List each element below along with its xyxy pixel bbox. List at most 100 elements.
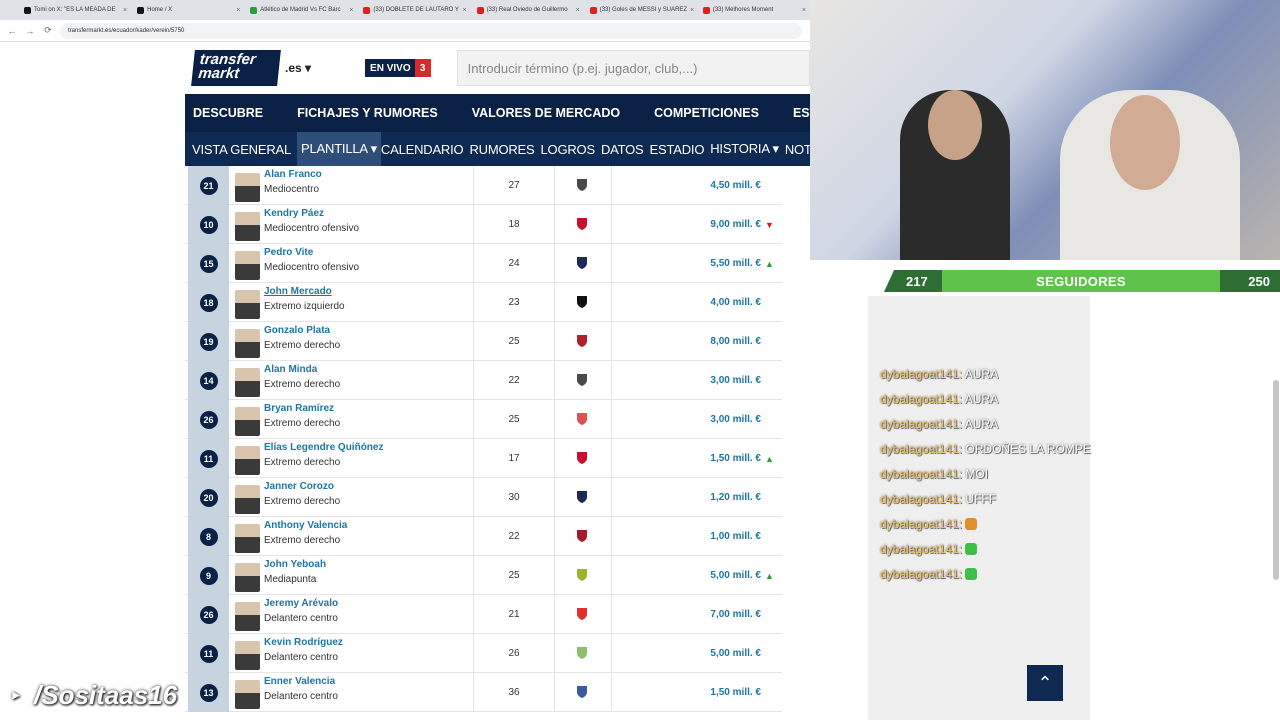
- club-crest-icon[interactable]: [575, 490, 589, 504]
- browser-tab[interactable]: Atlético de Madrid Vs FC Barc ×: [246, 2, 357, 18]
- player-name-link[interactable]: Jeremy Arévalo: [264, 598, 338, 609]
- player-name-link[interactable]: John Yeboah: [264, 559, 326, 570]
- forward-icon[interactable]: →: [24, 26, 36, 36]
- main-nav-item[interactable]: VALORES DE MERCADO: [472, 106, 620, 120]
- sub-nav-item[interactable]: PLANTILLA ▾: [297, 132, 381, 166]
- club-crest-icon[interactable]: [575, 607, 589, 621]
- close-icon[interactable]: ×: [462, 7, 466, 14]
- live-button[interactable]: EN VIVO 3: [365, 59, 431, 77]
- sub-nav-item[interactable]: HISTORIA ▾: [710, 132, 785, 166]
- club-crest-icon[interactable]: [575, 256, 589, 270]
- player-name-link[interactable]: Elías Legendre Quiñónez: [264, 442, 383, 453]
- divider: [611, 205, 612, 244]
- player-name-link[interactable]: Kendry Páez: [264, 208, 324, 219]
- close-icon[interactable]: ×: [349, 7, 353, 14]
- sub-nav-item[interactable]: ESTADIO: [650, 132, 711, 166]
- player-photo[interactable]: [235, 524, 260, 553]
- browser-tab[interactable]: Tomi on X: "ES LA MEADA DE ×: [20, 2, 131, 18]
- browser-tab[interactable]: (33) Melhores Moment ×: [699, 2, 810, 18]
- player-photo[interactable]: [235, 290, 260, 319]
- player-photo[interactable]: [235, 446, 260, 475]
- market-value[interactable]: 5,00 mill. € ▲: [710, 556, 774, 595]
- browser-tab[interactable]: (33) Goles de MESSI y SUAREZ ×: [586, 2, 697, 18]
- browser-tab[interactable]: (33) Real Oviedo de Guillermo ×: [473, 2, 584, 18]
- player-photo[interactable]: [235, 173, 260, 202]
- club-crest-icon[interactable]: [575, 217, 589, 231]
- close-icon[interactable]: ×: [236, 7, 240, 14]
- close-icon[interactable]: ×: [576, 7, 580, 14]
- close-icon[interactable]: ×: [690, 7, 694, 14]
- market-value[interactable]: 1,20 mill. €: [710, 478, 774, 517]
- player-photo[interactable]: [235, 485, 260, 514]
- player-photo[interactable]: [235, 680, 260, 709]
- close-icon[interactable]: ×: [802, 7, 806, 14]
- club-crest-icon[interactable]: [575, 295, 589, 309]
- player-name-link[interactable]: Alan Minda: [264, 364, 317, 375]
- main-nav-item[interactable]: FICHAJES Y RUMORES: [297, 106, 438, 120]
- page-scrollbar[interactable]: [1273, 380, 1279, 580]
- player-name-link[interactable]: Enner Valencia: [264, 676, 335, 687]
- player-photo[interactable]: [235, 329, 260, 358]
- close-icon[interactable]: ×: [123, 7, 127, 14]
- divider: [554, 439, 555, 478]
- club-crest-icon[interactable]: [575, 334, 589, 348]
- scroll-to-top-button[interactable]: ⌃: [1027, 665, 1063, 701]
- sub-nav-item[interactable]: RUMORES: [469, 132, 540, 166]
- club-crest-icon[interactable]: [575, 412, 589, 426]
- sub-nav-item[interactable]: LOGROS: [541, 132, 601, 166]
- player-photo[interactable]: [235, 368, 260, 397]
- market-value[interactable]: 4,00 mill. €: [710, 283, 774, 322]
- club-crest-icon[interactable]: [575, 178, 589, 192]
- player-name-link[interactable]: Janner Corozo: [264, 481, 334, 492]
- transfermarkt-logo[interactable]: transfer markt: [191, 50, 281, 86]
- market-value[interactable]: 9,00 mill. € ▼: [710, 205, 774, 244]
- club-crest-icon[interactable]: [575, 568, 589, 582]
- player-photo[interactable]: [235, 251, 260, 280]
- player-photo[interactable]: [235, 212, 260, 241]
- browser-tab[interactable]: Home / X ×: [133, 2, 244, 18]
- back-icon[interactable]: ←: [6, 26, 18, 36]
- domain-selector[interactable]: .es ▾: [285, 61, 311, 75]
- main-nav-item[interactable]: COMPETICIONES: [654, 106, 759, 120]
- club-crest-icon[interactable]: [575, 529, 589, 543]
- player-name-link[interactable]: John Mercado: [264, 286, 332, 297]
- market-value[interactable]: 5,00 mill. €: [710, 634, 774, 673]
- main-nav-item[interactable]: ESTADÍSTIC: [793, 106, 810, 120]
- club-crest-icon[interactable]: [575, 685, 589, 699]
- market-value[interactable]: 3,00 mill. €: [710, 400, 774, 439]
- browser-tab[interactable]: (33) DOBLETE DE LAUTARO Y ×: [359, 2, 470, 18]
- player-photo[interactable]: [235, 407, 260, 436]
- market-value[interactable]: 1,50 mill. € ▲: [710, 439, 774, 478]
- player-photo[interactable]: [235, 602, 260, 631]
- market-value[interactable]: 8,00 mill. €: [710, 322, 774, 361]
- player-name-link[interactable]: Anthony Valencia: [264, 520, 347, 531]
- club-crest-icon[interactable]: [575, 373, 589, 387]
- main-nav-item[interactable]: DESCUBRE: [193, 106, 263, 120]
- url-field[interactable]: transfermarkt.es/ecuador/kader/verein/57…: [60, 22, 802, 39]
- sub-nav-item[interactable]: DATOS: [601, 132, 650, 166]
- player-name-link[interactable]: Gonzalo Plata: [264, 325, 330, 336]
- arrow-down-icon: ▼: [765, 219, 774, 230]
- market-value[interactable]: 4,50 mill. €: [710, 166, 774, 205]
- market-value[interactable]: 5,50 mill. € ▲: [710, 244, 774, 283]
- player-age: 30: [508, 492, 520, 503]
- sub-nav-item[interactable]: VISTA GENERAL: [192, 132, 297, 166]
- player-photo[interactable]: [235, 563, 260, 592]
- player-photo[interactable]: [235, 641, 260, 670]
- search-input[interactable]: Introducir término (p.ej. jugador, club,…: [456, 50, 810, 86]
- sub-nav-item[interactable]: CALENDARIO: [381, 132, 470, 166]
- market-value[interactable]: 1,00 mill. €: [710, 517, 774, 556]
- market-value[interactable]: 7,00 mill. €: [710, 595, 774, 634]
- player-name-link[interactable]: Bryan Ramírez: [264, 403, 334, 414]
- market-value[interactable]: 1,50 mill. €: [710, 673, 774, 712]
- sub-nav-item[interactable]: NOTICIAS: [785, 132, 810, 166]
- player-name-link[interactable]: Pedro Vite: [264, 247, 313, 258]
- player-name-link[interactable]: Kevin Rodríguez: [264, 637, 343, 648]
- tab-favicon-icon: [476, 6, 484, 14]
- club-crest-icon[interactable]: [575, 451, 589, 465]
- market-value[interactable]: 3,00 mill. €: [710, 361, 774, 400]
- reload-icon[interactable]: ⟳: [42, 25, 54, 36]
- player-name-link[interactable]: Alan Franco: [264, 169, 322, 180]
- divider: [473, 595, 474, 634]
- club-crest-icon[interactable]: [575, 646, 589, 660]
